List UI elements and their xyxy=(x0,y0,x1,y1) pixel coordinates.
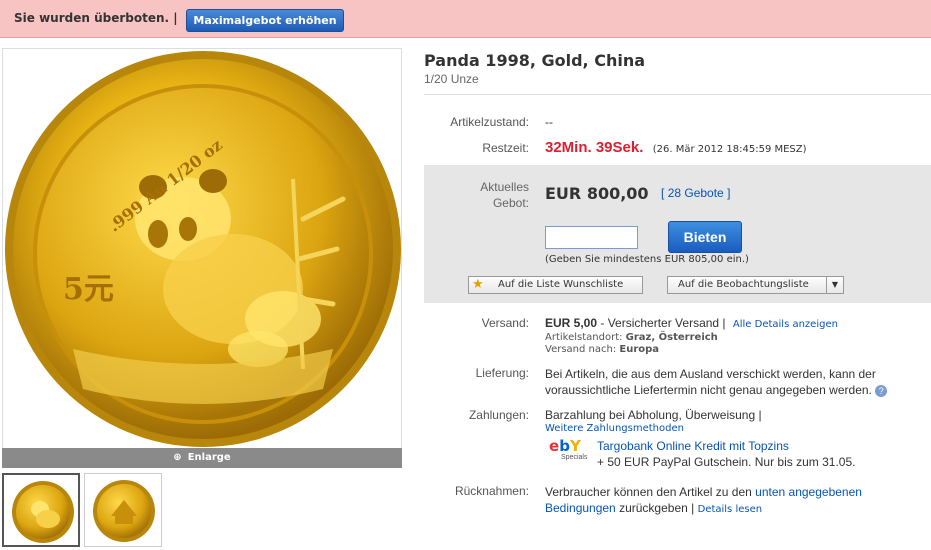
more-payment-methods-link[interactable]: Weitere Zahlungsmethoden xyxy=(545,423,684,434)
delivery-label: Lieferung: xyxy=(475,366,529,380)
enlarge-label: Enlarge xyxy=(187,452,231,463)
time-left-row: 32Min. 39Sek. (26. Mär 2012 18:45:59 MES… xyxy=(545,139,807,156)
read-details-link[interactable]: Details lesen xyxy=(698,504,762,515)
raise-max-bid-button[interactable]: Maximalgebot erhöhen xyxy=(186,9,344,32)
time-remaining: 32Min. 39Sek. xyxy=(545,139,644,156)
gold-panda-coin-image: 5元 .999 Au 1/20 oz xyxy=(5,51,401,447)
help-icon[interactable]: ? xyxy=(875,385,888,397)
payment-methods: Barzahlung bei Abholung, Überweisung | xyxy=(545,408,762,422)
thumbnail-2[interactable] xyxy=(84,473,162,547)
ships-to: Versand nach: Europa xyxy=(545,344,660,355)
shipping-details-link[interactable]: Alle Details anzeigen xyxy=(733,319,838,330)
bid-count: [ 28 Gebote ] xyxy=(661,186,731,200)
item-title: Panda 1998, Gold, China xyxy=(424,51,645,70)
paypal-voucher-text: + 50 EUR PayPal Gutschein. Nur bis zum 3… xyxy=(597,455,856,469)
svg-text:5元: 5元 xyxy=(63,272,114,307)
item-location: Artikelstandort: Graz, Österreich xyxy=(545,332,718,343)
minimum-bid-hint: (Geben Sie mindestens EUR 805,00 ein.) xyxy=(545,254,749,265)
outbid-message: Sie wurden überboten. | xyxy=(14,11,178,25)
payment-label: Zahlungen: xyxy=(468,408,529,422)
shipping-label: Versand: xyxy=(481,316,529,330)
return-conditions-link[interactable]: unten angegebenen xyxy=(755,485,862,499)
item-subtitle: 1/20 Unze xyxy=(424,72,479,86)
shipping-price: EUR 5,00 xyxy=(545,316,598,330)
shipping-row: EUR 5,00 - Versicherter Versand | Alle D… xyxy=(545,316,838,330)
return-conditions-link-2[interactable]: Bedingungen xyxy=(545,501,616,515)
place-bid-button[interactable]: Bieten xyxy=(668,221,742,253)
enlarge-button[interactable]: ⊕ Enlarge xyxy=(2,448,402,468)
returns-label: Rücknahmen: xyxy=(454,484,529,498)
time-left-label: Restzeit: xyxy=(482,141,529,155)
add-to-watchlist-button[interactable]: Auf die Beobachtungsliste ▼ xyxy=(667,276,844,294)
targobank-promo-link[interactable]: Targobank Online Kredit mit Topzins xyxy=(597,439,789,453)
ebay-specials-logo: ebY Specials xyxy=(549,437,588,461)
zoom-icon: ⊕ xyxy=(173,452,182,463)
condition-label: Artikelzustand: xyxy=(450,115,529,129)
current-bid-price: EUR 800,00 xyxy=(545,184,649,203)
bid-amount-input[interactable] xyxy=(545,226,638,249)
dropdown-arrow-icon[interactable]: ▼ xyxy=(826,277,843,293)
thumbnail-panda-coin xyxy=(12,481,74,543)
bid-history-link[interactable]: 28 Gebote xyxy=(668,186,724,200)
thumbnail-temple-coin xyxy=(93,480,155,542)
title-divider xyxy=(424,94,931,95)
shipping-method: - Versicherter Versand | xyxy=(597,316,726,330)
thumbnail-1[interactable] xyxy=(2,473,80,547)
current-bid-label: Aktuelles Gebot: xyxy=(480,180,529,210)
star-icon: ★ xyxy=(472,277,484,292)
delivery-text: Bei Artikeln, die aus dem Ausland versch… xyxy=(545,366,888,398)
auction-end-time: (26. Mär 2012 18:45:59 MESZ) xyxy=(652,144,807,155)
outbid-alert-bar: Sie wurden überboten. | Maximalgebot erh… xyxy=(0,0,931,38)
main-item-image[interactable]: 5元 .999 Au 1/20 oz xyxy=(2,48,402,468)
returns-text: Verbraucher können den Artikel zu den un… xyxy=(545,485,862,515)
condition-value: -- xyxy=(545,115,553,129)
add-to-wishlist-button[interactable]: ★ Auf die Liste Wunschliste xyxy=(468,276,643,294)
